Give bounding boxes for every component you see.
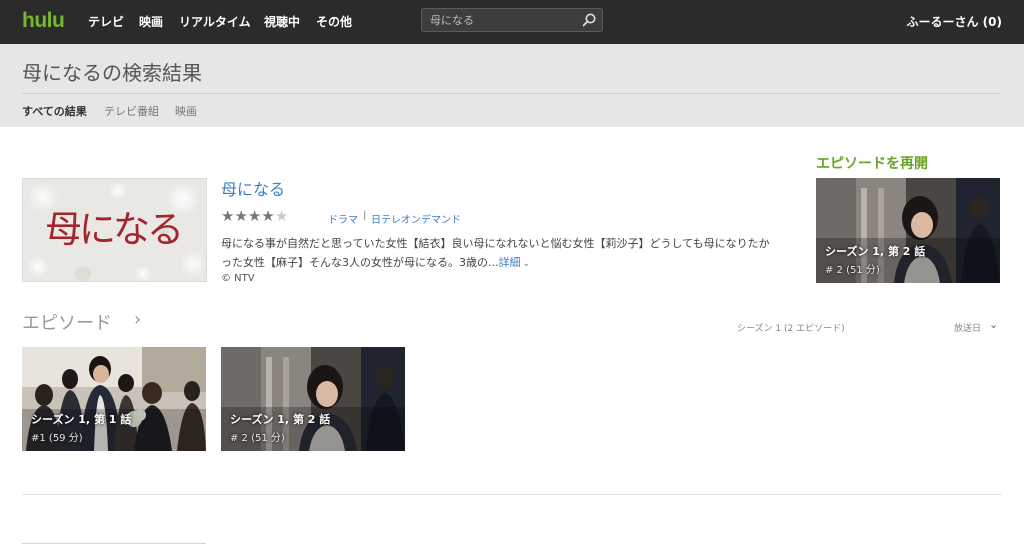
search-input[interactable] [430,9,580,31]
description-line-1: 母になる事が自然だと思っていた女性【結衣】良い母になれないと悩む女性【莉沙子】ど… [221,237,770,250]
filter-all-results[interactable]: すべての結果 [22,103,87,119]
genre-link[interactable]: ドラマ [328,211,358,226]
nav-item-movies[interactable]: 映画 [139,0,163,44]
description-line-2: った女性【麻子】そんな3人の女性が母になる。3歳の... [221,256,499,269]
show-description: 母になる事が自然だと思っていた女性【結衣】良い母になれないと悩む女性【莉沙子】ど… [221,234,805,274]
resume-episode-title: シーズン 1, 第 2 話 [825,245,926,258]
nav-item-watching[interactable]: 視聴中 [264,0,300,44]
season-episode-count[interactable]: シーズン 1 (2 エピソード) [737,321,845,334]
network-link[interactable]: 日テレオンデマンド [371,211,461,226]
chevron-down-icon[interactable]: ⌄ [523,259,531,269]
copyright-text: © NTV [221,273,255,284]
search-icon[interactable] [581,12,597,28]
star-icon: ★ [221,207,235,225]
episode-duration: #1 (59 分) [31,433,83,444]
show-title-link[interactable]: 母になる [221,176,285,200]
header-divider [22,93,1000,94]
chevron-down-icon[interactable]: ⌄ [989,318,998,331]
nav-item-more[interactable]: その他 [316,0,352,44]
episode-duration: # 2 (51 分) [230,433,285,444]
more-details-link[interactable]: 詳細 [499,256,521,269]
top-navigation-bar: hulu テレビ 映画 リアルタイム 視聴中 その他 ふーるーさん (0) [0,0,1024,44]
user-account-menu[interactable]: ふーるーさん (0) [907,0,1003,44]
chevron-right-icon[interactable]: › [134,309,141,330]
show-thumbnail[interactable]: 母になる [22,178,207,282]
resume-episode-heading: エピソードを再開 [816,156,928,172]
nav-item-tv[interactable]: テレビ [88,0,124,44]
next-card-edge [22,543,206,544]
sort-dropdown[interactable]: 放送日 [954,321,981,334]
star-empty-icon: ★ [274,207,289,225]
genre-separator: | [363,210,367,221]
star-icon: ★ [247,207,262,225]
filter-tv-shows[interactable]: テレビ番組 [104,103,159,119]
nav-item-realtime[interactable]: リアルタイム [179,0,251,44]
page-title: 母になるの検索結果 [22,61,202,85]
hulu-logo[interactable]: hulu [22,9,65,33]
episode-card-1[interactable]: シーズン 1, 第 1 話 #1 (59 分) [22,347,206,451]
resume-episode-thumbnail[interactable]: シーズン 1, 第 2 話 # 2 (51 分) [816,178,1000,283]
resume-episode-duration: # 2 (51 分) [825,265,880,276]
star-icon: ★ [234,207,248,225]
search-box [421,8,603,32]
episode-title: シーズン 1, 第 2 話 [230,413,331,426]
episode-title: シーズン 1, 第 1 話 [31,413,132,426]
section-divider [22,494,1002,495]
star-rating[interactable]: ★★★★★ [221,207,288,225]
episodes-heading[interactable]: エピソード [22,309,112,335]
show-thumbnail-logo: 母になる [45,208,184,251]
filter-movies[interactable]: 映画 [175,103,197,119]
star-icon: ★ [261,207,275,225]
episode-card-2[interactable]: シーズン 1, 第 2 話 # 2 (51 分) [221,347,405,451]
